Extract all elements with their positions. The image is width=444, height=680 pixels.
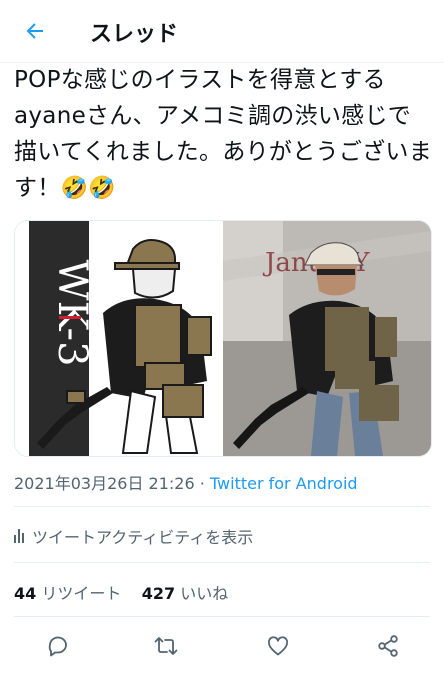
reply-icon — [48, 636, 67, 657]
retweet-count: 44 — [14, 584, 37, 603]
back-button[interactable] — [18, 14, 52, 48]
media-grid: WK-3 JanuarY — [14, 220, 432, 457]
tweet-text: POPな感じのイラストを得意とするayaneさん、アメコミ調の渋い感じで描いてく… — [14, 62, 434, 207]
share-icon — [378, 635, 398, 657]
activity-chart-icon — [14, 529, 24, 543]
illustration-image[interactable]: WK-3 — [15, 221, 219, 456]
retweet-icon — [154, 637, 178, 655]
like-icon — [267, 636, 289, 656]
like-button[interactable] — [264, 632, 292, 660]
view-activity-button[interactable]: ツイートアクティビティを表示 — [14, 524, 253, 548]
divider — [14, 616, 430, 617]
retweet-button[interactable] — [152, 632, 180, 660]
emoji-rofl: 🤣🤣 — [60, 176, 116, 201]
tweet-source-link[interactable]: Twitter for Android — [210, 474, 358, 493]
photo-image[interactable]: JanuarY — [223, 221, 431, 456]
illustration-side-text: WK-3 — [49, 259, 95, 366]
share-button[interactable] — [374, 632, 402, 660]
divider — [14, 506, 430, 507]
activity-label: ツイートアクティビティを表示 — [32, 528, 254, 547]
divider — [14, 562, 430, 563]
tweet-meta: 2021年03月26日 21:26 · Twitter for Android — [14, 470, 358, 494]
likes-stat[interactable]: 427 いいね — [142, 584, 229, 603]
header: スレッド — [0, 0, 444, 62]
reply-button[interactable] — [44, 632, 72, 660]
tweet-timestamp[interactable]: 2021年03月26日 21:26 — [14, 474, 195, 493]
meta-separator: · — [194, 474, 210, 493]
like-label: いいね — [180, 584, 229, 603]
tweet-stats: 44 リツイート 427 いいね — [14, 580, 228, 604]
tweet-actions — [14, 626, 430, 666]
like-count: 427 — [141, 584, 176, 603]
back-arrow-icon — [26, 23, 43, 39]
retweets-stat[interactable]: 44 リツイート — [14, 584, 121, 603]
page-title: スレッド — [90, 22, 179, 47]
retweet-label: リツイート — [41, 584, 122, 603]
